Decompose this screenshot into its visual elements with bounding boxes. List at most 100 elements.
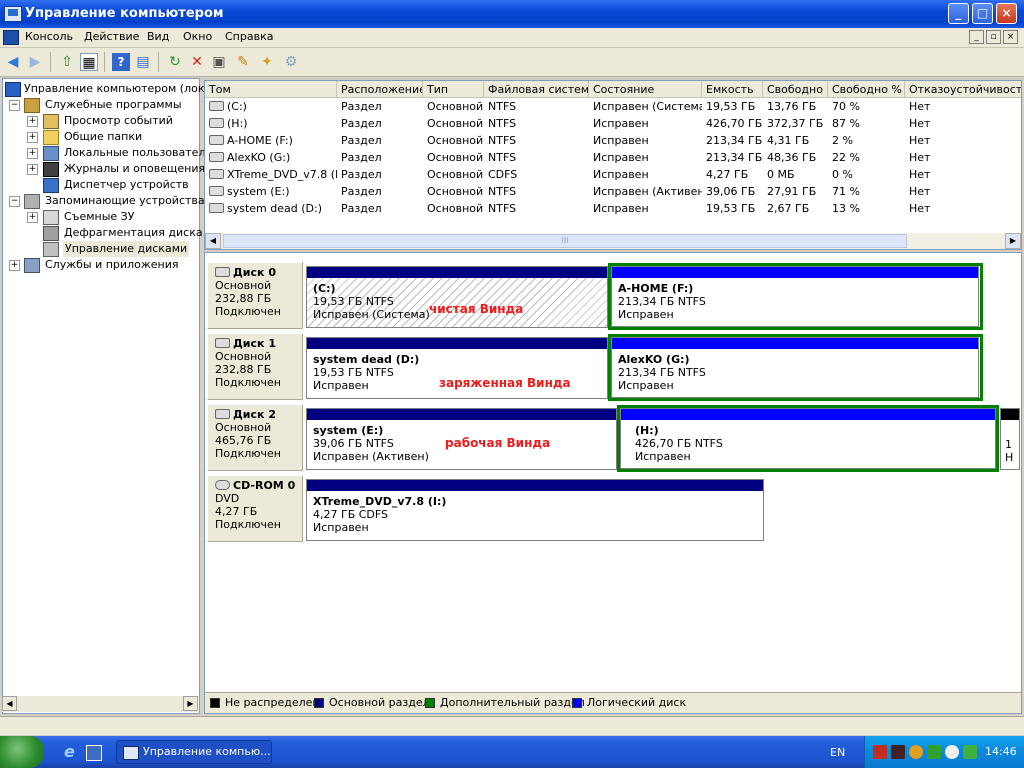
language-indicator[interactable]: EN (830, 746, 845, 759)
security-alert-icon[interactable] (891, 745, 905, 759)
table-cell: system (E:) (205, 183, 337, 200)
disk-management-icon (43, 242, 59, 257)
computer-management-icon (123, 746, 139, 760)
legend-swatch-primary (314, 698, 324, 708)
column-header[interactable]: Свободно (763, 81, 828, 98)
partition-h[interactable]: (H:) 426,70 ГБ NTFS Исправен (620, 408, 996, 469)
disk-1-label[interactable]: Диск 1 Основной 232,88 ГБ Подключен (207, 333, 303, 400)
help-icon[interactable]: ? (112, 53, 130, 71)
wizard-icon[interactable]: ✦ (258, 53, 276, 71)
volume-icon (209, 118, 224, 128)
expand-toggle[interactable]: + (27, 212, 38, 223)
column-header[interactable]: Расположение (337, 81, 423, 98)
expand-toggle[interactable]: + (27, 148, 38, 159)
table-row[interactable]: system dead (D:) Раздел Основной NTFS Исправ… (205, 200, 1021, 217)
menu-action[interactable]: Действие (84, 30, 139, 43)
column-header[interactable]: Состояние (589, 81, 702, 98)
partition-f[interactable]: A-HOME (F:) 213,34 ГБ NTFS Исправен (611, 266, 979, 327)
disk-0-label[interactable]: Диск 0 Основной 232,88 ГБ Подключен (207, 262, 303, 329)
expand-toggle[interactable]: + (27, 116, 38, 127)
partition-i[interactable]: XTreme_DVD_v7.8 (I:) 4,27 ГБ CDFS Исправ… (306, 479, 764, 541)
cdrom-0-label[interactable]: CD-ROM 0 DVD 4,27 ГБ Подключен (207, 475, 303, 542)
antivirus-icon[interactable] (873, 745, 887, 759)
computer-icon (5, 82, 21, 97)
table-cell: (H:) (205, 115, 337, 132)
column-header[interactable]: Емкость (702, 81, 763, 98)
menu-window[interactable]: Окно (183, 30, 212, 43)
legend-label-extended: Дополнительный раздел (440, 696, 585, 709)
menu-help[interactable]: Справка (225, 30, 273, 43)
cd-drive-icon (215, 480, 230, 490)
show-hide-tree-icon[interactable]: ▦ (80, 53, 98, 71)
volume-icon[interactable] (945, 745, 959, 759)
console-tree: Управление компьютером (локаль − Служебн… (2, 78, 225, 714)
column-header[interactable]: Том (205, 81, 337, 98)
scroll-left-arrow-icon[interactable]: ◀ (2, 696, 17, 711)
network-icon[interactable] (927, 745, 941, 759)
annotation-disk-1: заряженная Винда (439, 376, 571, 390)
scroll-right-arrow-icon[interactable]: ▶ (183, 696, 198, 711)
tree-horizontal-scrollbar[interactable]: ◀ ▶ (2, 696, 198, 712)
scroll-left-arrow-icon[interactable]: ◀ (205, 233, 221, 249)
partition-c[interactable]: (C:) 19,53 ГБ NTFS Исправен (Система) (306, 266, 608, 328)
warning-icon[interactable] (909, 745, 923, 759)
title-bar[interactable]: Управление компьютером _ □ × (0, 0, 1024, 28)
table-row[interactable]: (C:) Раздел Основной NTFS Исправен (Система)… (205, 98, 1021, 115)
start-button[interactable] (0, 736, 44, 768)
table-cell: 87 % (832, 117, 860, 130)
legend-label-primary: Основной раздел (329, 696, 430, 709)
expand-toggle[interactable]: + (27, 132, 38, 143)
expand-toggle[interactable]: + (9, 260, 20, 271)
properties-icon[interactable]: ▣ (210, 53, 228, 71)
minimize-button[interactable]: _ (948, 3, 969, 24)
delete-icon[interactable]: ✕ (188, 53, 206, 71)
console-menu-icon[interactable] (3, 30, 19, 45)
partition-g[interactable]: AlexKO (G:) 213,34 ГБ NTFS Исправен (611, 337, 979, 398)
scroll-thumb[interactable]: III (223, 234, 907, 248)
volume-icon (209, 203, 224, 213)
show-desktop-icon[interactable] (86, 745, 102, 761)
table-cell: Исправен (Активен) (593, 185, 702, 198)
export-icon[interactable]: ✎ (234, 53, 252, 71)
clock: 14:46 (985, 745, 1017, 758)
close-button[interactable]: × (996, 3, 1017, 24)
up-icon[interactable]: ⇧ (58, 53, 76, 71)
mdi-restore-button[interactable]: ▫ (986, 30, 1001, 44)
table-cell: 372,37 ГБ (767, 117, 824, 130)
menu-console[interactable]: Консоль (25, 30, 73, 43)
expand-toggle[interactable]: + (27, 164, 38, 175)
disk-icon (215, 409, 230, 419)
collapse-toggle[interactable]: − (9, 196, 20, 207)
taskbar-button-computer-management[interactable]: Управление компью... (116, 740, 272, 764)
table-cell: Основной (427, 185, 484, 198)
table-row[interactable]: AlexKO (G:) Раздел Основной NTFS Исправен 213… (205, 149, 1021, 166)
internet-explorer-icon[interactable]: e (64, 744, 80, 760)
collapse-toggle[interactable]: − (9, 100, 20, 111)
scroll-right-arrow-icon[interactable]: ▶ (1005, 233, 1021, 249)
disk-2-label[interactable]: Диск 2 Основной 465,76 ГБ Подключен (207, 404, 303, 471)
table-row[interactable]: (H:) Раздел Основной NTFS Исправен 426,70 ГБ 3… (205, 115, 1021, 132)
table-row[interactable]: system (E:) Раздел Основной NTFS Исправен (А… (205, 183, 1021, 200)
refresh-icon[interactable]: ↻ (166, 53, 184, 71)
menu-view[interactable]: Вид (147, 30, 169, 43)
mdi-minimize-button[interactable]: _ (969, 30, 984, 44)
column-header[interactable]: Отказоустойчивость (905, 81, 1021, 98)
table-cell: Раздел (341, 202, 382, 215)
mdi-close-button[interactable]: × (1003, 30, 1018, 44)
maximize-button[interactable]: □ (972, 3, 993, 24)
column-header[interactable]: Свободно % (828, 81, 905, 98)
table-row[interactable]: A-HOME (F:) Раздел Основной NTFS Исправен 213… (205, 132, 1021, 149)
annotation-disk-2: рабочая Винда (445, 436, 551, 450)
volume-list-scrollbar[interactable]: ◀ III ▶ (205, 233, 1021, 249)
unallocated-space[interactable]: 1 Н (1000, 408, 1020, 470)
column-header[interactable]: Тип (423, 81, 484, 98)
settings-icon[interactable]: ⚙ (282, 53, 300, 71)
nvidia-icon[interactable] (963, 745, 977, 759)
table-cell: Раздел (341, 185, 382, 198)
column-header[interactable]: Файловая система (484, 81, 589, 98)
forward-icon[interactable]: ▶ (26, 53, 44, 71)
table-row[interactable]: XTreme_DVD_v7.8 (I:) Раздел Основной CDFS Ис… (205, 166, 1021, 183)
help-topic-icon[interactable]: ▤ (134, 53, 152, 71)
back-icon[interactable]: ◀ (4, 53, 22, 71)
table-cell: Основной (427, 202, 484, 215)
